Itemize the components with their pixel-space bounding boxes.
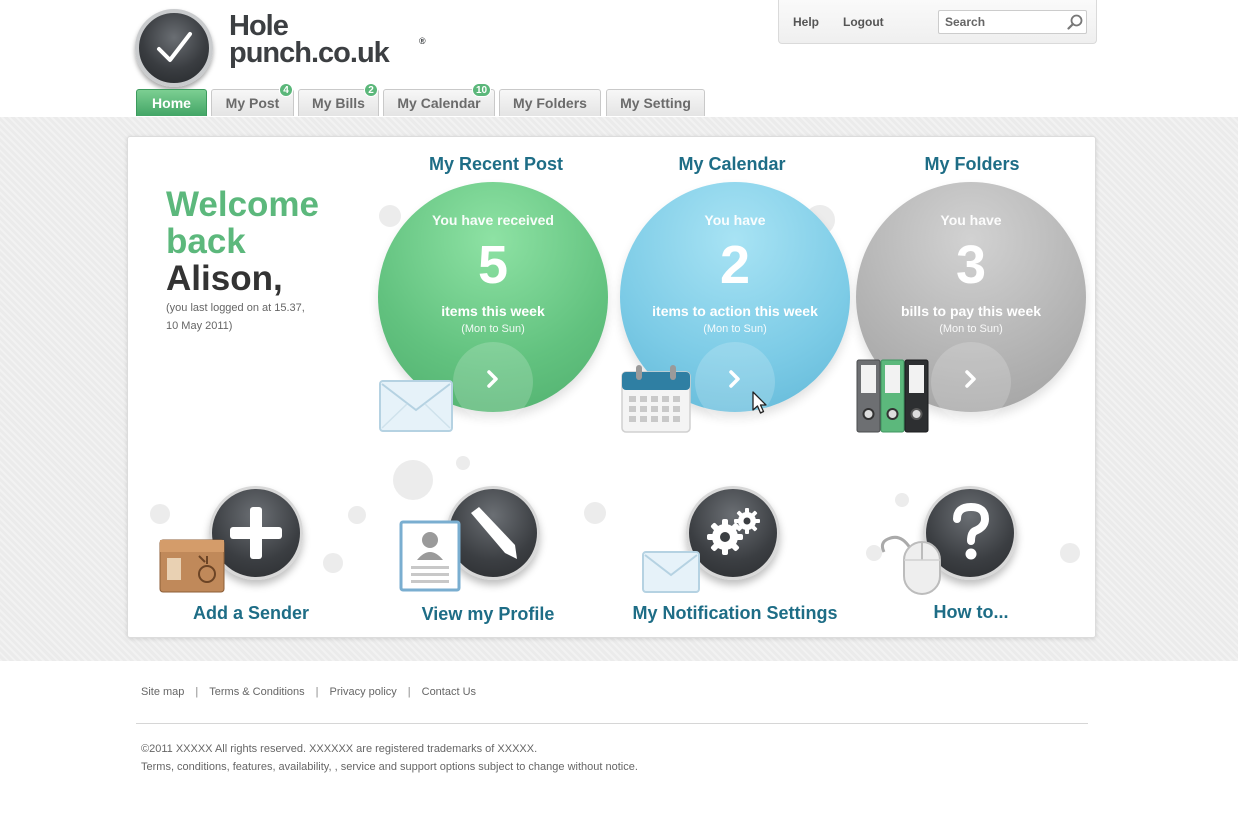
summary-range: (Mon to Sun) [461, 323, 525, 335]
decor-dot [456, 456, 470, 470]
tab-label: Home [152, 95, 191, 111]
recent-post-go-button[interactable] [453, 342, 533, 422]
welcome-line-2: back [166, 222, 246, 261]
notification-settings-button[interactable] [686, 486, 780, 580]
gears-icon [707, 508, 760, 555]
decor-dot [895, 493, 909, 507]
tab-my-calendar[interactable]: My Calendar 10 [383, 83, 495, 116]
tab-my-setting[interactable]: My Setting [606, 89, 705, 116]
tab-my-bills[interactable]: My Bills 2 [298, 83, 379, 116]
tab-label: My Bills [312, 95, 365, 111]
computer-mouse-icon [880, 530, 944, 601]
summary-count: 3 [955, 235, 987, 295]
decor-dot [584, 502, 606, 524]
logout-link[interactable]: Logout [843, 15, 884, 29]
footer-link-contact[interactable]: Contact Us [422, 686, 476, 698]
tab-my-folders[interactable]: My Folders [499, 89, 601, 116]
binders-icon [856, 359, 930, 438]
footer-divider [136, 723, 1088, 724]
tab-count-badge: 2 [364, 83, 378, 97]
envelope-icon [642, 551, 700, 598]
summary-lead: You have [704, 212, 766, 228]
tab-count-badge: 4 [279, 83, 293, 97]
recent-post-title[interactable]: My Recent Post [376, 154, 616, 175]
tab-label: My Folders [513, 95, 587, 111]
decor-dot [393, 460, 433, 500]
user-name: Alison, [166, 259, 283, 298]
summary-subtitle: items to action this week [652, 303, 818, 319]
tab-label: My Setting [620, 95, 691, 111]
copyright-text: ©2011 XXXXX All rights reserved. XXXXXX … [141, 743, 538, 755]
search-input[interactable] [938, 10, 1087, 34]
header: Hole punch.co.uk ® Help Logout Home My P… [0, 0, 1238, 117]
logo-line-1: Hole [229, 10, 289, 42]
footer-link-terms[interactable]: Terms & Conditions [209, 686, 304, 698]
plus-icon [230, 507, 282, 559]
decor-dot [1060, 543, 1080, 563]
notification-settings-label[interactable]: My Notification Settings [610, 603, 860, 624]
summary-range: (Mon to Sun) [939, 323, 1003, 335]
summary-count: 5 [477, 235, 509, 295]
recent-post-summary: You have received 5 items this week (Mon… [378, 182, 608, 422]
folders-go-button[interactable] [931, 342, 1011, 422]
tab-my-post[interactable]: My Post 4 [211, 83, 294, 116]
calendar-icon [620, 364, 692, 439]
summary-range: (Mon to Sun) [703, 323, 767, 335]
chevron-right-icon [965, 370, 976, 388]
add-sender-label[interactable]: Add a Sender [151, 603, 351, 624]
decor-dot [150, 504, 170, 524]
summary-lead: You have [940, 212, 1002, 228]
summary-subtitle: bills to pay this week [900, 303, 1042, 319]
tab-count-badge: 10 [472, 83, 492, 97]
footer-link-privacy[interactable]: Privacy policy [330, 686, 397, 698]
question-mark-icon [953, 503, 990, 560]
view-profile-label[interactable]: View my Profile [388, 604, 588, 625]
mouse-cursor-icon [752, 391, 768, 420]
chevron-right-icon [729, 370, 740, 388]
decor-dot [348, 506, 366, 524]
how-to-label[interactable]: How to... [871, 602, 1071, 623]
decor-dot [323, 553, 343, 573]
summary-subtitle: items this week [441, 303, 545, 319]
envelope-icon [379, 380, 453, 437]
help-link[interactable]: Help [793, 15, 819, 29]
registered-mark: ® [419, 36, 426, 46]
last-login-text: (you last logged on at 15.37, 10 May 201… [166, 302, 305, 332]
terms-notice: Terms, conditions, features, availabilit… [141, 761, 638, 773]
logo-line-2: punch.co.uk [229, 37, 390, 69]
summary-lead: You have received [432, 212, 554, 228]
tab-home[interactable]: Home [136, 89, 207, 116]
parcel-icon [159, 538, 225, 599]
footer-legal: ©2011 XXXXX All rights reserved. XXXXXX … [141, 740, 638, 776]
profile-card-icon [399, 520, 461, 597]
welcome-line-1: Welcome [166, 185, 320, 224]
welcome-message: Welcome back Alison, (you last logged on… [166, 186, 319, 335]
logo-wordmark[interactable]: Hole punch.co.uk ® [229, 10, 426, 69]
tab-label: My Post [225, 95, 280, 111]
utility-bar: Help Logout [778, 0, 1097, 44]
tab-label: My Calendar [397, 95, 481, 111]
pencil-icon [471, 507, 517, 559]
calendar-title[interactable]: My Calendar [612, 154, 852, 175]
folders-title[interactable]: My Folders [852, 154, 1092, 175]
footer-links: Site map | Terms & Conditions | Privacy poli… [141, 686, 477, 698]
chevron-right-icon [487, 370, 498, 388]
logo-checkmark-icon[interactable] [135, 9, 213, 87]
summary-count: 2 [719, 235, 751, 295]
footer-link-site-map[interactable]: Site map [141, 686, 184, 698]
search-icon[interactable] [1067, 14, 1083, 30]
